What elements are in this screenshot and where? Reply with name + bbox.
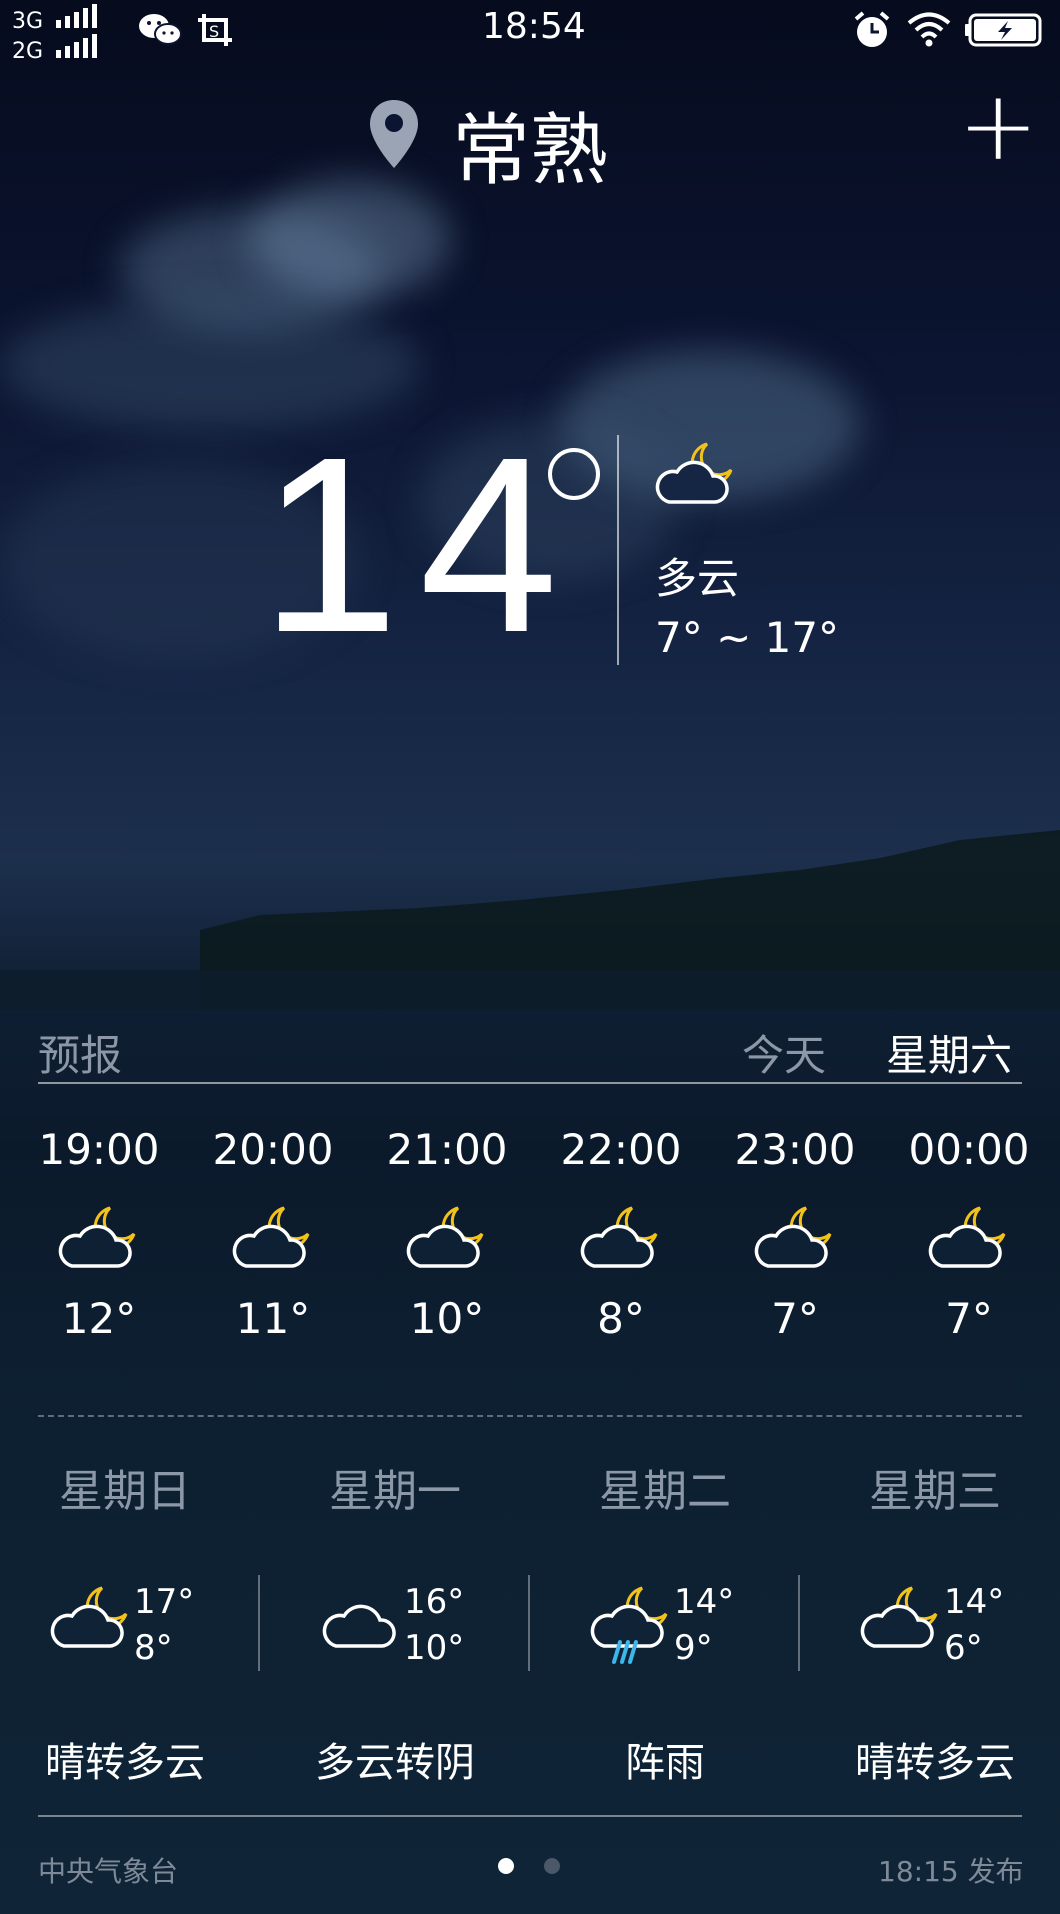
cloud-moon-icon (232, 1206, 310, 1268)
divider (38, 1415, 1022, 1417)
day-name: 星期日 (59, 1466, 191, 1517)
hour-temp: 12° (61, 1294, 137, 1343)
hour-temp: 8° (597, 1294, 645, 1343)
battery-charging-icon (965, 13, 1042, 47)
day-low: 8° (134, 1628, 173, 1668)
tab-saturday[interactable]: 星期六 (886, 1022, 1012, 1083)
day-low: 6° (944, 1628, 983, 1668)
network-type-2: 2G (12, 39, 44, 64)
day-high: 14° (674, 1582, 735, 1622)
cloud-moon-icon (580, 1206, 658, 1268)
screenshot-icon: S (198, 14, 232, 46)
wechat-icon (139, 14, 182, 45)
tab-today[interactable]: 今天 (742, 1022, 826, 1083)
day-description: 多云转阴 (315, 1740, 475, 1786)
day-low: 10° (404, 1628, 465, 1668)
network-type-1: 3G (12, 9, 44, 34)
divider (528, 1575, 530, 1671)
day-name: 星期一 (329, 1466, 461, 1517)
day-name: 星期三 (869, 1466, 1001, 1517)
cloud-icon (322, 1604, 396, 1648)
day-description: 晴转多云 (45, 1740, 205, 1786)
day-name: 星期二 (599, 1466, 731, 1517)
divider (38, 1815, 1022, 1817)
alarm-icon (854, 11, 890, 47)
svg-text:S: S (209, 22, 219, 41)
day-high: 17° (134, 1582, 195, 1622)
hour-temp: 11° (235, 1294, 311, 1343)
divider (798, 1575, 800, 1671)
cloud-moon-icon (58, 1206, 136, 1268)
day-description: 晴转多云 (855, 1740, 1015, 1786)
page-indicator-active[interactable] (498, 1858, 514, 1874)
data-source: 中央气象台 (38, 1855, 179, 1888)
hourly-item: 23:00 7° (708, 1125, 882, 1343)
hour-temp: 7° (945, 1294, 993, 1343)
hour-time: 00:00 (908, 1125, 1030, 1174)
forecast-title: 预报 (38, 1031, 123, 1080)
location-pin-icon (370, 100, 418, 168)
hourly-item: 00:00 7° (882, 1125, 1056, 1343)
page-indicator[interactable] (544, 1858, 560, 1874)
divider (617, 435, 619, 665)
status-time: 18:54 (482, 6, 586, 47)
current-condition: 多云 (655, 554, 740, 603)
hour-time: 22:00 (560, 1125, 682, 1174)
hour-time: 23:00 (734, 1125, 856, 1174)
hour-temp: 7° (771, 1294, 819, 1343)
day-high: 16° (404, 1582, 465, 1622)
city-name[interactable]: 常熟 (452, 88, 608, 200)
cloud-moon-icon (754, 1206, 832, 1268)
hourly-item: 19:00 12° (12, 1125, 186, 1343)
signal-strength-icon (56, 34, 98, 58)
hourly-item: 21:00 10° (360, 1125, 534, 1343)
degree-symbol (548, 448, 600, 500)
hourly-item: 22:00 8° (534, 1125, 708, 1343)
divider (38, 1082, 1022, 1084)
cloud-moon-icon (655, 442, 733, 504)
day-high: 14° (944, 1582, 1005, 1622)
add-city-button[interactable]: + (958, 78, 1038, 174)
hour-time: 19:00 (38, 1125, 160, 1174)
divider (258, 1575, 260, 1671)
hourly-item: 20:00 11° (186, 1125, 360, 1343)
cloud-moon-icon (406, 1206, 484, 1268)
rain-moon-icon (590, 1586, 668, 1664)
day-low: 9° (674, 1628, 713, 1668)
wifi-icon (907, 12, 951, 47)
cloud-moon-icon (928, 1206, 1006, 1268)
publish-time: 18:15 发布 (878, 1855, 1024, 1888)
day-description: 阵雨 (625, 1740, 705, 1786)
hour-temp: 10° (409, 1294, 485, 1343)
cloud-moon-icon (860, 1586, 938, 1648)
hour-time: 21:00 (386, 1125, 508, 1174)
current-temp-range: 7° ~ 17° (655, 613, 840, 662)
hour-time: 20:00 (212, 1125, 334, 1174)
cloud-moon-icon (50, 1586, 128, 1648)
signal-strength-icon (56, 4, 98, 28)
current-temperature: 14 (260, 405, 579, 684)
